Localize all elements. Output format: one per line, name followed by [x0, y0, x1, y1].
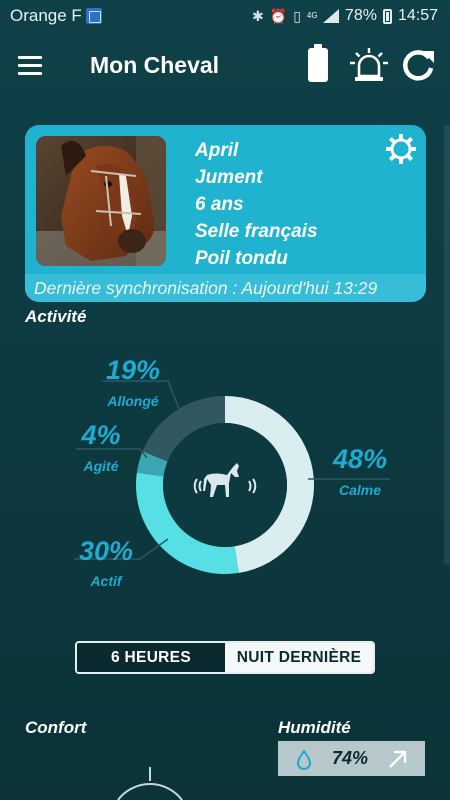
battery-percent: 78%	[344, 7, 377, 24]
network-type: 4G	[306, 11, 318, 20]
trend-up-icon	[389, 750, 407, 768]
vibrate-icon: ▯	[293, 7, 301, 24]
label-allonge: Allongé	[106, 393, 159, 409]
horse-breed: Selle français	[195, 221, 318, 242]
carrier-label: Orange F	[10, 6, 82, 25]
label-calme: Calme	[339, 482, 381, 498]
comfort-gauge	[117, 767, 183, 800]
refresh-icon[interactable]	[400, 48, 436, 84]
period-6h-button[interactable]: 6 HEURES	[77, 643, 225, 672]
bluetooth-icon: ✱	[252, 7, 264, 24]
gear-icon[interactable]	[385, 133, 417, 165]
toolbar: Mon Cheval	[0, 32, 450, 100]
horse-coat: Poil tondu	[195, 248, 288, 269]
horse-name: April	[195, 140, 239, 161]
horse-card[interactable]: April Jument 6 ans Selle français Poil t…	[25, 125, 426, 302]
activity-donut-chart[interactable]: 19% Allongé 4% Agité 30% Actif 48% Calme	[60, 340, 410, 600]
carrier-badge-icon	[85, 8, 102, 24]
label-allonge-pct: 19%	[106, 355, 160, 385]
humidity-title: Humidité	[278, 718, 351, 737]
status-right: ✱ ⏰ ▯ 4G 78% 14:57	[252, 0, 438, 32]
period-selector: 6 HEURES NUIT DERNIÈRE	[75, 641, 375, 674]
label-agite-pct: 4%	[80, 420, 120, 450]
menu-icon[interactable]	[18, 56, 42, 75]
horse-photo	[36, 136, 166, 266]
label-actif: Actif	[89, 573, 122, 589]
horse-sex: Jument	[195, 167, 263, 188]
status-battery-icon	[382, 8, 392, 24]
humidity-value: 74%	[332, 748, 369, 768]
confort-title: Confort	[25, 718, 87, 737]
page-title: Mon Cheval	[90, 52, 220, 78]
label-calme-pct: 48%	[332, 444, 387, 474]
clock: 14:57	[397, 7, 438, 24]
status-left: Orange F	[10, 6, 102, 26]
activity-title: Activité	[25, 307, 87, 326]
humidity-widget[interactable]: 74%	[278, 741, 425, 776]
battery-icon[interactable]	[308, 44, 328, 82]
scroll-indicator	[444, 125, 450, 565]
signal-icon	[322, 9, 339, 23]
status-bar: Orange F ✱ ⏰ ▯ 4G 78% 14:57	[0, 0, 450, 32]
label-agite: Agité	[83, 458, 119, 474]
sync-status: Dernière synchronisation : Aujourd'hui 1…	[25, 274, 426, 302]
period-last-night-button[interactable]: NUIT DERNIÈRE	[225, 643, 373, 672]
label-actif-pct: 30%	[79, 536, 133, 566]
water-drop-icon	[296, 749, 312, 770]
horse-info: April Jument 6 ans Selle français Poil t…	[195, 137, 318, 272]
alarm-light-icon[interactable]	[350, 46, 388, 84]
alarm-clock-icon: ⏰	[269, 7, 288, 24]
horse-age: 6 ans	[195, 194, 244, 215]
